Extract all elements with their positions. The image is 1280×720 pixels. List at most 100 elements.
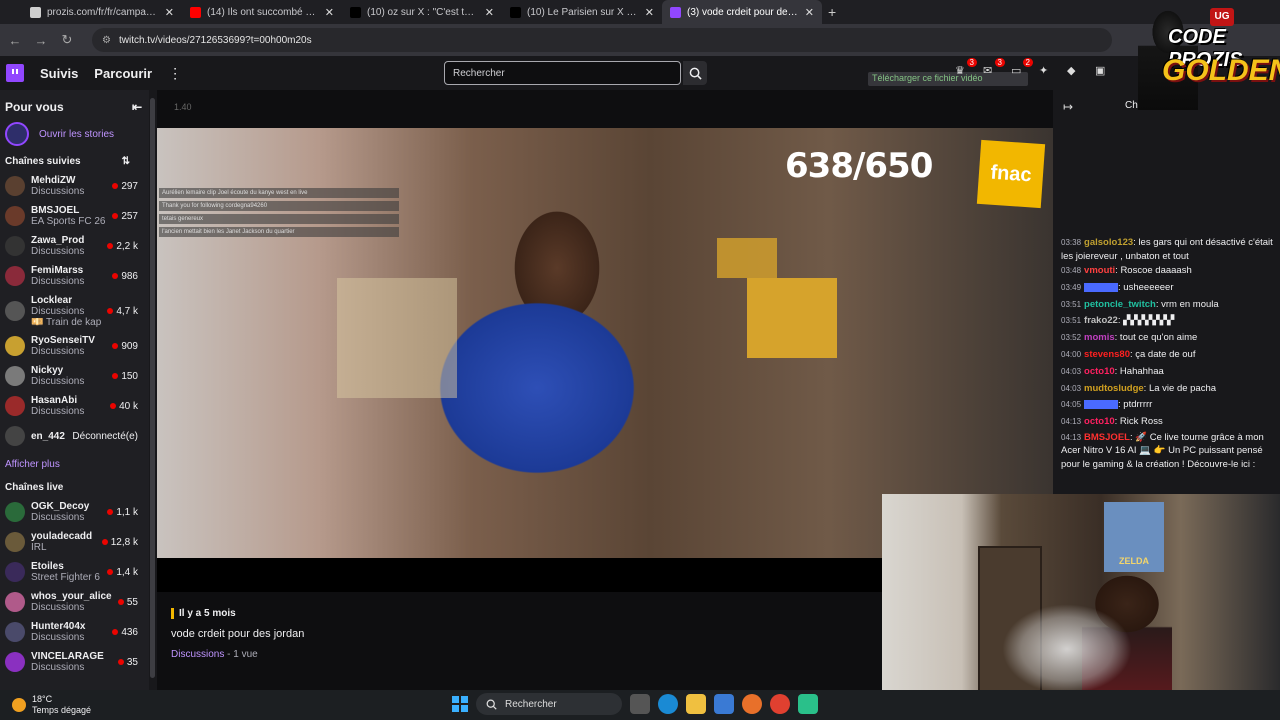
nav-following[interactable]: Suivis	[40, 66, 78, 81]
sidebar-channel[interactable]: Hunter404x Discussions 436	[0, 617, 150, 647]
sidebar-channel[interactable]: Locklear Discussions 💴 Train de kappa do…	[0, 291, 150, 331]
taskbar-search-label: Rechercher	[505, 698, 557, 710]
forward-icon[interactable]: →	[34, 33, 48, 48]
chat-username[interactable]: octo10	[1084, 366, 1115, 377]
chat-username[interactable]: mudtosludge	[1084, 383, 1144, 394]
live-dot-icon	[101, 538, 108, 545]
chat-timestamp: 03:51	[1061, 316, 1082, 326]
sort-icon[interactable]: ⇅	[122, 156, 130, 167]
firefox-icon[interactable]	[742, 694, 762, 714]
chat-username[interactable]: vmouti	[1084, 265, 1115, 276]
chat-username[interactable]	[1084, 400, 1119, 410]
tab-favicon-icon	[190, 6, 201, 18]
edge-icon[interactable]	[658, 694, 678, 714]
task-view-icon[interactable]	[630, 694, 650, 714]
chat-username[interactable]: galsolo123	[1084, 237, 1133, 248]
site-settings-icon[interactable]: ⚙	[102, 35, 111, 46]
file-explorer-icon[interactable]	[686, 694, 706, 714]
live-dot-icon	[107, 242, 114, 249]
sidebar-channel[interactable]: BMSJOEL EA Sports FC 26 257	[0, 201, 150, 231]
browser-tab[interactable]: (10) Le Parisien sur X : "« Il nou... ✕	[502, 0, 662, 24]
store-icon[interactable]	[714, 694, 734, 714]
viewer-count: 909	[121, 340, 138, 352]
more-menu-icon[interactable]: ⋮	[168, 65, 182, 82]
browser-tab[interactable]: (14) Ils ont succombé au Air fry... ✕	[182, 0, 342, 24]
live-dot-icon	[112, 372, 119, 379]
close-tab-icon[interactable]: ✕	[805, 6, 814, 19]
app-icon[interactable]	[798, 694, 818, 714]
video-category-link[interactable]: Discussions	[171, 649, 224, 660]
sidebar-channel[interactable]: HasanAbi Discussions 40 k	[0, 391, 150, 421]
chat-username[interactable]	[1084, 282, 1119, 292]
weather-widget[interactable]: 18°C Temps dégagé	[0, 694, 200, 716]
browser-tab[interactable]: (3) vode crdeit pour des jor... ✕	[662, 0, 822, 24]
extensions-icon[interactable]: ✦	[1039, 64, 1053, 78]
channel-avatar	[5, 266, 25, 286]
chat-username[interactable]: frako22	[1084, 315, 1118, 326]
chat-timestamp: 03:49	[1061, 282, 1082, 292]
promo-badge: UG	[1210, 8, 1234, 26]
chat-message: 04:03 mudtosludge: La vie de pacha	[1061, 381, 1276, 398]
sidebar-scrollbar[interactable]	[149, 90, 157, 690]
reload-icon[interactable]: ↻	[60, 32, 74, 48]
chat-username[interactable]: momis	[1084, 332, 1115, 343]
notifications-icon[interactable]: ▭ 2	[1011, 58, 1033, 78]
webcam-smoke	[1002, 604, 1132, 694]
overlay-chat-line: Thank you for following cordegna94260	[159, 201, 399, 211]
search-input[interactable]: Rechercher	[444, 61, 681, 85]
chat-text: : ptdrrrrr	[1118, 399, 1153, 411]
channel-name: BMSJOEL	[31, 205, 80, 216]
close-tab-icon[interactable]: ✕	[645, 6, 654, 19]
sidebar-channel[interactable]: MehdiZW Discussions 297	[0, 171, 150, 201]
sidebar-channel[interactable]: en_442 Déconnecté(e)	[0, 421, 150, 451]
channel-avatar	[5, 396, 25, 416]
chrome-icon[interactable]	[770, 694, 790, 714]
bits-icon[interactable]: ◆	[1067, 64, 1081, 78]
channel-category: Discussions	[31, 602, 85, 613]
crown-icon[interactable]: ♛ 3	[955, 58, 977, 78]
sidebar-channel[interactable]: FemiMarss Discussions 986	[0, 261, 150, 291]
chat-username[interactable]: petoncle_twitch	[1084, 299, 1156, 310]
sidebar-channel[interactable]: Zawa_Prod Discussions 2,2 k	[0, 231, 150, 261]
close-tab-icon[interactable]: ✕	[325, 6, 334, 19]
stories-entry[interactable]: Ouvrir les stories	[0, 118, 150, 152]
search-button[interactable]	[683, 61, 707, 85]
sidebar-channel[interactable]: RyoSenseiTV Discussions 909	[0, 331, 150, 361]
browser-tab[interactable]: prozis.com/fr/fr/campagne/74... ✕	[22, 0, 182, 24]
channel-name: Zawa_Prod	[31, 235, 85, 246]
close-tab-icon[interactable]: ✕	[165, 6, 174, 19]
show-more-link[interactable]: Afficher plus	[0, 451, 150, 478]
sidebar-channel[interactable]: Etoiles Street Fighter 6 1,4 k	[0, 557, 150, 587]
channel-category: Discussions	[31, 346, 85, 357]
windows-start-icon[interactable]	[452, 696, 468, 712]
chat-username[interactable]: stevens80	[1084, 349, 1130, 360]
new-tab-icon[interactable]: +	[822, 4, 842, 20]
sidebar-channel[interactable]: Nickyy Discussions 150	[0, 361, 150, 391]
back-icon[interactable]: ←	[8, 33, 22, 48]
url-field[interactable]: ⚙ twitch.tv/videos/2712653699?t=00h00m20…	[92, 28, 1112, 52]
close-tab-icon[interactable]: ✕	[485, 6, 494, 19]
chat-username[interactable]: octo10	[1084, 416, 1115, 427]
channel-avatar	[5, 562, 25, 582]
prime-icon[interactable]: ▣	[1095, 64, 1109, 78]
chat-timestamp: 04:03	[1061, 383, 1082, 393]
sidebar-channel[interactable]: OGK_Decoy Discussions 1,1 k	[0, 497, 150, 527]
collapse-sidebar-icon[interactable]: ⇤	[132, 100, 142, 114]
chat-timestamp: 04:05	[1061, 400, 1082, 410]
twitch-logo-icon[interactable]	[6, 64, 24, 82]
collapse-chat-icon[interactable]: ↦	[1063, 100, 1073, 114]
browser-tab[interactable]: (10) oz sur X : "C'est tellement ... ✕	[342, 0, 502, 24]
chat-timestamp: 03:51	[1061, 299, 1082, 309]
inbox-icon[interactable]: ✉ 3	[983, 58, 1005, 78]
sidebar-channel[interactable]: VINCELARAGE Discussions 35	[0, 647, 150, 677]
chat-text: : ▞▞▞▞▞▞▞	[1117, 315, 1175, 327]
channel-avatar	[5, 336, 25, 356]
sidebar-channel[interactable]: whos_your_alice Discussions 55	[0, 587, 150, 617]
sidebar-channel[interactable]: youladecadd IRL 12,8 k	[0, 527, 150, 557]
taskbar-search[interactable]: Rechercher	[476, 693, 622, 715]
tab-favicon-icon	[30, 6, 41, 18]
notif-badge: 3	[994, 58, 1005, 67]
chat-username[interactable]: BMSJOEL	[1084, 432, 1130, 443]
nav-browse[interactable]: Parcourir	[94, 66, 152, 81]
channel-category: IRL	[31, 542, 47, 553]
